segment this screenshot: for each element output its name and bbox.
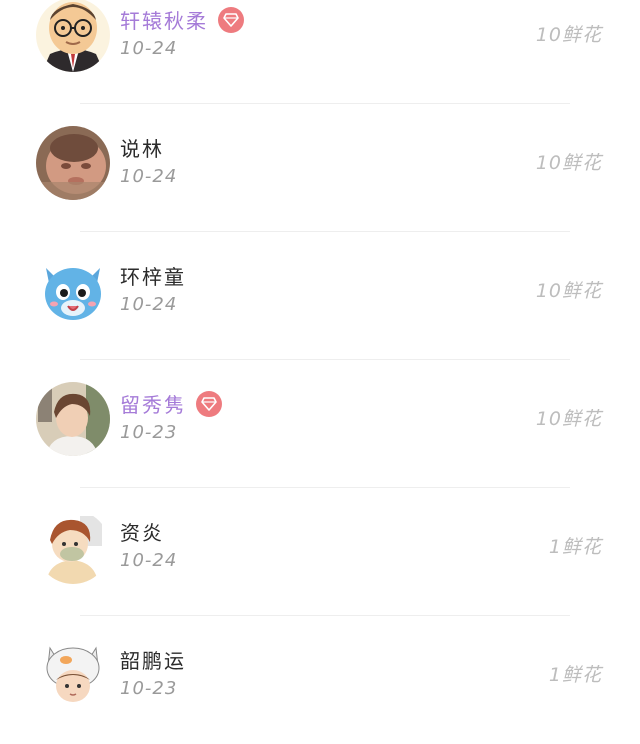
name-line: 留秀隽: [120, 389, 222, 418]
flower-count: 10鲜花: [535, 408, 602, 430]
vip-diamond-icon: [196, 390, 222, 417]
cartoon-man-glasses-avatar: [36, 0, 110, 72]
list-item[interactable]: 说林 10-24 10鲜花: [0, 104, 640, 232]
name-line: 资炎: [120, 517, 164, 546]
list-item[interactable]: 韶鹏运 10-23 1鲜花: [0, 616, 640, 744]
user-name[interactable]: 资炎: [120, 517, 164, 546]
gift-date: 10-24: [120, 294, 178, 315]
name-line: 说林: [120, 133, 164, 162]
list-item[interactable]: 资炎 10-24 1鲜花: [0, 488, 640, 616]
user-name[interactable]: 说林: [120, 133, 164, 162]
avatar[interactable]: [36, 254, 110, 328]
gift-date: 10-23: [120, 678, 178, 699]
avatar[interactable]: [36, 126, 110, 200]
user-name[interactable]: 环梓童: [120, 261, 186, 290]
flower-count: 10鲜花: [535, 152, 602, 174]
avatar[interactable]: [36, 382, 110, 456]
list-item[interactable]: 轩辕秋柔 10-24 10鲜花: [0, 0, 640, 104]
name-line: 环梓童: [120, 261, 186, 290]
user-name[interactable]: 留秀隽: [120, 389, 186, 418]
young-man-photo-avatar: [36, 382, 110, 456]
name-line: 轩辕秋柔: [120, 5, 244, 34]
list-item[interactable]: 留秀隽 10-23 10鲜花: [0, 360, 640, 488]
flower-count: 1鲜花: [548, 536, 602, 558]
user-name[interactable]: 轩辕秋柔: [120, 5, 208, 34]
gift-date: 10-24: [120, 550, 178, 571]
anime-boy-avatar: [36, 510, 110, 584]
avatar[interactable]: [36, 510, 110, 584]
avatar[interactable]: [36, 0, 110, 72]
name-line: 韶鹏运: [120, 645, 186, 674]
user-name[interactable]: 韶鹏运: [120, 645, 186, 674]
gift-date: 10-24: [120, 166, 178, 187]
flower-count: 1鲜花: [548, 664, 602, 686]
gift-date: 10-23: [120, 422, 178, 443]
screen: { "gift_list": [ { "name": "轩辕秋柔", "vip"…: [0, 0, 640, 712]
gift-list: 轩辕秋柔 10-24 10鲜花 说林 10-24 10鲜花 环梓童 10-24 …: [0, 0, 640, 744]
flower-count: 10鲜花: [535, 24, 602, 46]
blue-cat-avatar: [36, 254, 110, 328]
gift-date: 10-24: [120, 38, 178, 59]
list-item[interactable]: 环梓童 10-24 10鲜花: [0, 232, 640, 360]
cat-hood-child-avatar: [36, 638, 110, 712]
flower-count: 10鲜花: [535, 280, 602, 302]
baby-photo-avatar: [36, 126, 110, 200]
avatar[interactable]: [36, 638, 110, 712]
vip-diamond-icon: [218, 6, 244, 33]
